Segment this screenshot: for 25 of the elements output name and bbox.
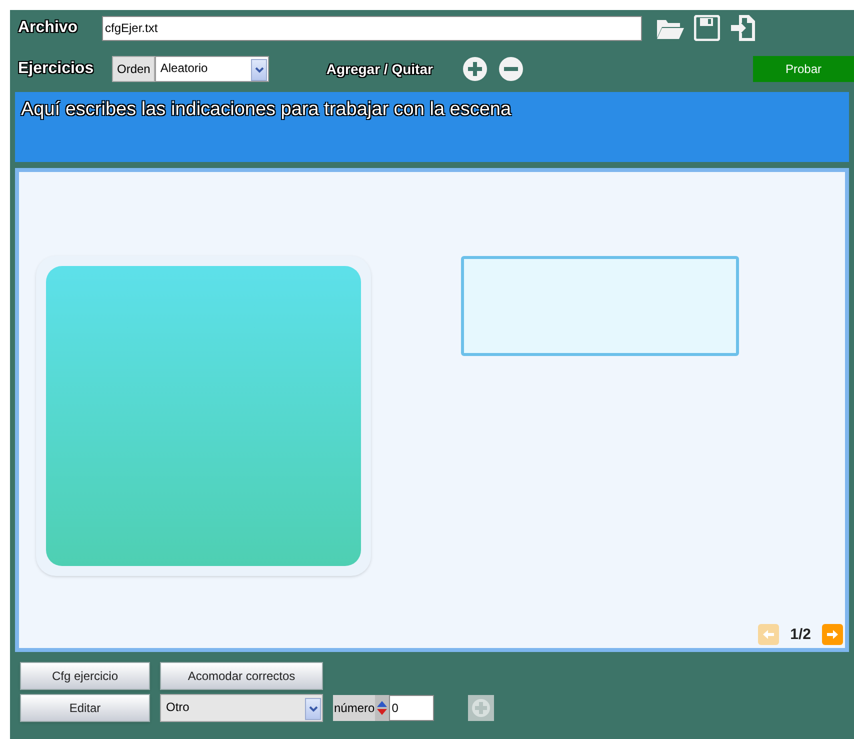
action-button[interactable]: Acomodar correctos bbox=[160, 662, 323, 690]
spinner-arrows-icon[interactable] bbox=[374, 695, 389, 721]
number-label: número bbox=[333, 695, 375, 721]
plus-circle-icon[interactable] bbox=[462, 57, 487, 81]
number-field[interactable]: 0 bbox=[388, 695, 434, 721]
arrow-right-icon bbox=[826, 629, 839, 640]
order-label: Orden bbox=[112, 56, 156, 82]
chevron-down-icon bbox=[254, 67, 264, 73]
import-icon[interactable] bbox=[730, 14, 756, 42]
exercises-label: Ejercicios bbox=[18, 59, 95, 79]
chevron-down-icon bbox=[308, 706, 318, 712]
test-button[interactable]: Probar bbox=[753, 56, 854, 82]
save-icon[interactable] bbox=[694, 15, 720, 41]
plus-circle-icon bbox=[470, 698, 491, 718]
type-dropdown[interactable]: Otro bbox=[160, 694, 323, 722]
filename-field[interactable]: cfgEjer.txt bbox=[102, 16, 642, 40]
minus-circle-icon[interactable] bbox=[498, 57, 523, 81]
add-remove-label: Agregar / Quitar bbox=[326, 60, 433, 79]
file-label: Archivo bbox=[18, 18, 79, 38]
action-button[interactable]: Cfg ejercicio bbox=[20, 662, 150, 690]
action-button[interactable]: Editar bbox=[20, 694, 150, 722]
instructions-text: Aquí escribes las indicaciones para trabajar con la escena bbox=[21, 99, 512, 120]
page-indicator: 1/2 bbox=[790, 624, 811, 644]
order-dropdown[interactable]: Aleatorio bbox=[155, 56, 270, 82]
arrow-left-icon bbox=[762, 629, 776, 640]
